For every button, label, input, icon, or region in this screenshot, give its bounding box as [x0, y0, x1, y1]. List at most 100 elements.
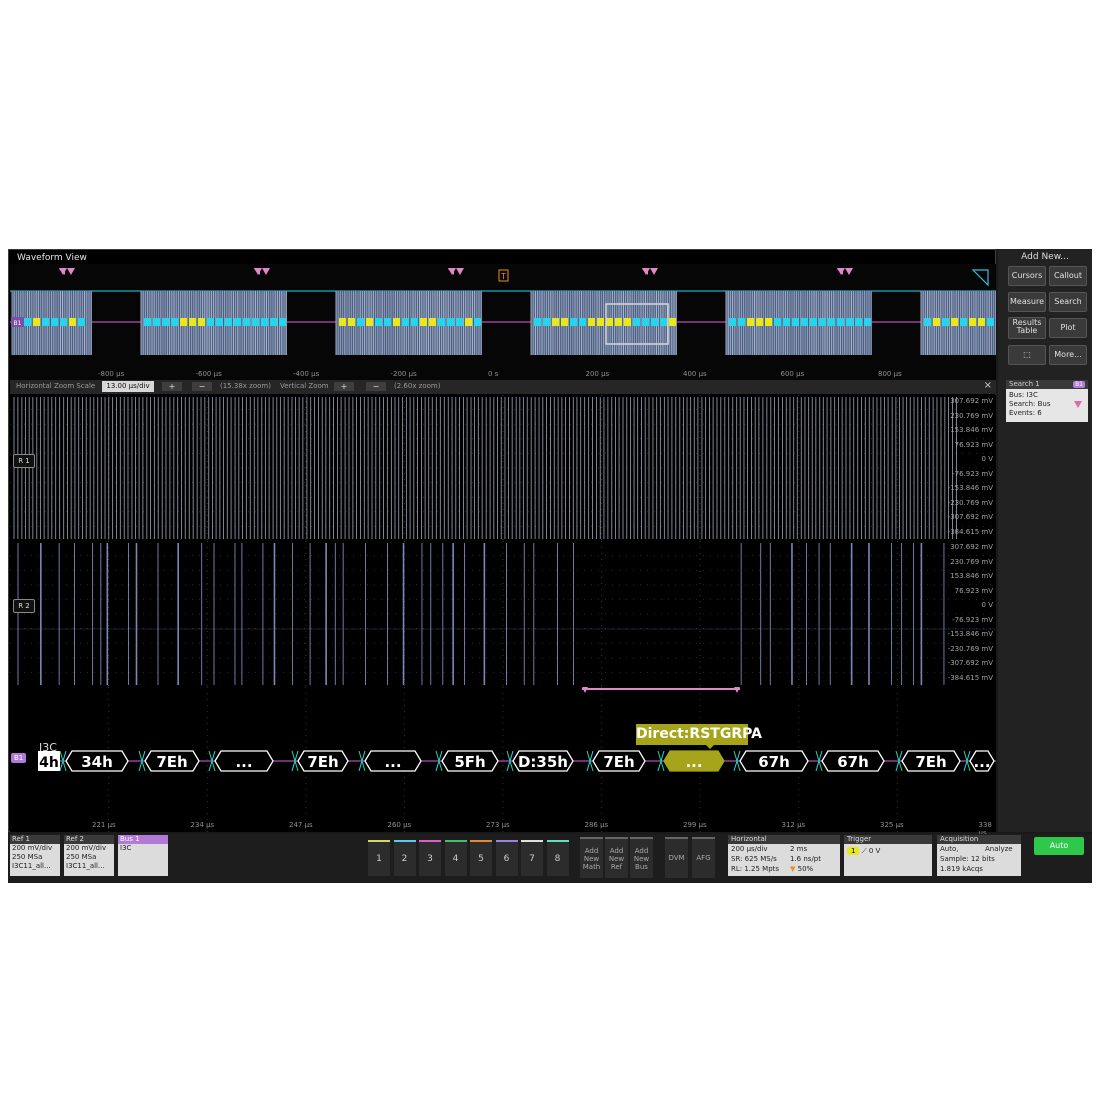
y-tick-label: -307.692 mV	[947, 513, 993, 521]
callout-button[interactable]: Callout	[1049, 266, 1087, 286]
results-table-button[interactable]: Results Table	[1008, 317, 1046, 339]
overview-bus-packet	[810, 318, 817, 326]
measure-button[interactable]: Measure	[1008, 292, 1046, 312]
search-card-type: Search: Bus	[1009, 400, 1051, 408]
bus-b1-label[interactable]: B1	[11, 753, 27, 763]
overview-bus-packet	[729, 318, 736, 326]
overview-bus-packet	[78, 318, 85, 326]
ref1-waveform	[10, 395, 996, 541]
plot-button[interactable]: Plot	[1049, 318, 1087, 338]
horizontal-position: ▼ 50%	[790, 864, 813, 874]
overview-bus-packet	[366, 318, 373, 326]
zoom-box-button[interactable]: ⬚	[1008, 345, 1046, 365]
overview-bus-packet	[615, 318, 622, 326]
add-new-math-button[interactable]: Add New Math	[580, 837, 603, 878]
search-marker	[254, 268, 262, 275]
trigger-badge[interactable]: Trigger 1 ⟋ 0 V	[844, 835, 932, 876]
overview-bus-packet	[252, 318, 259, 326]
channel-7-button[interactable]: 7	[521, 840, 543, 876]
overview-bus-packet	[456, 318, 463, 326]
overview-bus-packet	[570, 318, 577, 326]
bus-packet-label: ...	[384, 753, 401, 771]
acquisition-header: Acquisition	[937, 835, 1021, 844]
waveform-view[interactable]: Waveform View T B1 -800 µs -600 µs -400 µs -…	[8, 249, 996, 837]
cursors-button[interactable]: Cursors	[1008, 266, 1046, 286]
channel-5-button[interactable]: 5	[470, 840, 492, 876]
ref1-panel[interactable]: R 1 307.692 mV 230.769 mV 153.846 mV 76.923…	[10, 395, 996, 541]
ref2-panel[interactable]: R 2 307.692 mV 230.769 mV 153.846 mV 76.923…	[10, 541, 996, 687]
add-new-ref-button[interactable]: Add New Ref	[605, 837, 628, 878]
channel-2-button[interactable]: 2	[393, 840, 416, 876]
horizontal-zoom-out-button[interactable]: −	[192, 382, 212, 391]
overview-bus-packet	[855, 318, 862, 326]
trigger-source-badge: 1	[847, 847, 860, 855]
channel-8-button[interactable]: 8	[546, 840, 569, 876]
channel-4-button[interactable]: 4	[444, 840, 467, 876]
close-zoom-icon[interactable]: ×	[984, 380, 992, 391]
vertical-zoom-out-button[interactable]: −	[366, 382, 386, 391]
bus-packet-label: 7Eh	[915, 753, 946, 771]
overview-bus-packet	[180, 318, 187, 326]
search-marker	[650, 268, 658, 275]
overview-bus-packet	[216, 318, 223, 326]
dvm-button[interactable]: DVM	[665, 837, 688, 878]
overview-bus-packet	[198, 318, 205, 326]
horizontal-zoom-scale-field[interactable]: 13.00 µs/div	[102, 381, 154, 392]
overview-bus-packet	[261, 318, 268, 326]
y-tick-label: 153.846 mV	[950, 426, 993, 434]
bus-callout[interactable]: Direct:RSTGRPA	[636, 724, 762, 745]
overview-bus-packet	[864, 318, 871, 326]
channel-3-button[interactable]: 3	[419, 840, 441, 876]
overview-bus-packet	[642, 318, 649, 326]
overview-waveform[interactable]: T B1 -800 µs -600 µs -400 µs -200 µs 0 s 200 µ…	[10, 264, 996, 382]
channel-6-button[interactable]: 6	[495, 840, 518, 876]
overview-bus-packet	[225, 318, 232, 326]
auto-trigger-button[interactable]: Auto	[1034, 837, 1084, 855]
vertical-zoom-in-button[interactable]: +	[334, 382, 354, 391]
bus-packet-label: ...	[685, 753, 702, 771]
horizontal-badge[interactable]: Horizontal 200 µs/div 2 ms SR: 625 MS/s 1.…	[728, 835, 840, 876]
bus-tick-label: 234 µs	[190, 821, 215, 829]
bus-tick-label: 260 µs	[387, 821, 412, 829]
overview-bus-packet	[447, 318, 454, 326]
overview-bus-packet	[783, 318, 790, 326]
more-button[interactable]: More...	[1049, 345, 1087, 365]
bus-packet-label: 7Eh	[156, 753, 187, 771]
y-tick-label: 153.846 mV	[950, 572, 993, 580]
zoom-bar: Horizontal Zoom Scale 13.00 µs/div + − (…	[10, 380, 996, 394]
overview-bus-packet	[474, 318, 481, 326]
bus-partial-packet-label: 4h	[39, 755, 59, 771]
ref1-label[interactable]: R 1	[13, 454, 35, 468]
add-new-bus-button[interactable]: Add New Bus	[630, 837, 653, 878]
acquisition-badge[interactable]: Acquisition Auto, Analyze Sample: 12 bits…	[937, 835, 1021, 876]
afg-button[interactable]: AFG	[692, 837, 715, 878]
horizontal-header: Horizontal	[728, 835, 840, 844]
overview-tick-label: 600 µs	[780, 370, 805, 378]
add-new-sidebar: Add New... Cursors Callout Measure Searc…	[998, 249, 1092, 832]
trigger-header: Trigger	[844, 835, 932, 844]
bus1-badge-header: Bus 1	[118, 835, 168, 844]
ref1-badge[interactable]: Ref 1 200 mV/div 250 MSa I3C11_all...	[10, 835, 60, 876]
horizontal-zoom-in-button[interactable]: +	[162, 382, 182, 391]
overview-tick-label: -400 µs	[293, 370, 320, 378]
search-1-badge[interactable]: Search 1 B1 Bus: I3C Search: Bus Events:…	[1006, 380, 1088, 422]
overview-bus-packet	[51, 318, 58, 326]
search-marker	[67, 268, 75, 275]
ref2-badge-file: I3C11_all...	[66, 862, 105, 870]
bus-packet-label: D:35h	[518, 753, 568, 771]
overview-bus-packet	[357, 318, 364, 326]
add-new-title: Add New...	[1021, 252, 1069, 262]
bus1-badge-protocol: I3C	[120, 844, 132, 852]
search-marker	[59, 268, 67, 275]
ref2-label[interactable]: R 2	[13, 599, 35, 613]
overview-bus-packet	[552, 318, 559, 326]
bus1-badge[interactable]: Bus 1 I3C	[118, 835, 168, 876]
bus-decode-panel[interactable]: 4h 34h 7Eh... 7Eh... 5Fh D:35h 7Eh... 67h 67h 7Eh…	[10, 687, 996, 837]
bus-packet-label: 7Eh	[603, 753, 634, 771]
channel-1-button[interactable]: 1	[368, 840, 390, 876]
y-tick-label: -76.923 mV	[952, 615, 993, 624]
settings-bar: Ref 1 200 mV/div 250 MSa I3C11_all... Re…	[8, 834, 1092, 883]
search-button[interactable]: Search	[1049, 292, 1087, 312]
ref2-badge[interactable]: Ref 2 200 mV/div 250 MSa I3C11_all...	[64, 835, 114, 876]
overview-bus-packet	[420, 318, 427, 326]
